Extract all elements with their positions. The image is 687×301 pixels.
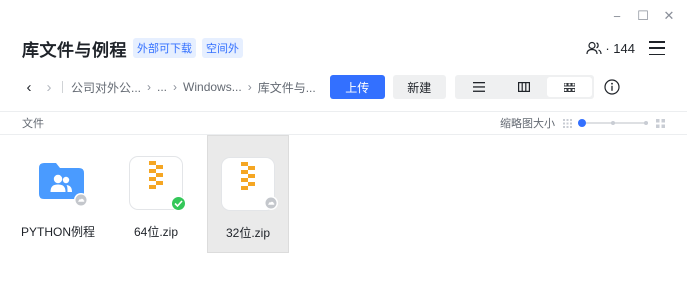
zip-file-icon xyxy=(128,155,186,211)
column-view-button[interactable] xyxy=(502,77,547,97)
maximize-button[interactable]: ☐ xyxy=(631,6,655,26)
info-button[interactable] xyxy=(600,75,624,99)
header: 库文件与例程 外部可下载 空间外 · 144 xyxy=(22,36,665,60)
breadcrumb-separator: › xyxy=(173,80,178,94)
info-icon xyxy=(604,79,620,95)
section-header: 文件 缩略图大小 xyxy=(0,111,687,135)
members-icon xyxy=(586,41,602,55)
thumbnail-size-slider[interactable] xyxy=(578,119,648,127)
section-label: 文件 xyxy=(22,118,44,130)
thumbnail-size-label: 缩略图大小 xyxy=(500,118,555,130)
folder-icon xyxy=(30,155,88,211)
grid-view-button[interactable] xyxy=(546,77,592,97)
slider-handle[interactable] xyxy=(578,119,586,127)
slider-tick xyxy=(644,121,648,125)
column-view-icon xyxy=(518,82,531,92)
divider xyxy=(62,81,63,93)
cloud-status-icon xyxy=(74,193,88,207)
breadcrumb-separator: › xyxy=(147,80,152,94)
breadcrumb-separator: › xyxy=(247,80,252,94)
file-item-zip[interactable]: 64位.zip xyxy=(115,135,197,253)
list-view-icon xyxy=(473,82,486,92)
synced-check-icon xyxy=(171,196,186,211)
large-thumbnail-icon[interactable] xyxy=(656,118,665,128)
zip-file-icon xyxy=(220,156,278,212)
back-button[interactable]: ‹ xyxy=(22,77,36,97)
file-name: 64位.zip xyxy=(133,225,179,239)
cloud-status-icon xyxy=(264,196,278,210)
slider-tick xyxy=(611,121,615,125)
tag-outside-space: 空间外 xyxy=(202,38,243,58)
file-grid: PYTHON例程 64位.zip 32位.zip xyxy=(0,135,687,301)
file-name: PYTHON例程 xyxy=(20,225,95,239)
breadcrumb-item[interactable]: ... xyxy=(157,80,167,94)
file-item-zip-selected[interactable]: 32位.zip xyxy=(207,135,289,253)
view-switcher xyxy=(454,75,594,99)
tag-downloadable: 外部可下载 xyxy=(133,38,196,58)
new-button[interactable]: 新建 xyxy=(392,75,446,99)
forward-button[interactable]: › xyxy=(42,77,56,97)
minimize-button[interactable]: − xyxy=(605,6,629,26)
page-title: 库文件与例程 xyxy=(22,40,127,60)
breadcrumb-item[interactable]: Windows... xyxy=(183,80,242,94)
member-count-label: · 144 xyxy=(605,40,635,56)
member-count-button[interactable]: · 144 xyxy=(586,41,635,56)
window-controls: − ☐ ✕ xyxy=(605,6,681,26)
file-item-folder[interactable]: PYTHON例程 xyxy=(17,135,99,253)
breadcrumb-current[interactable]: 库文件与... xyxy=(258,79,316,96)
grid-view-icon xyxy=(563,82,575,92)
small-thumbnail-icon[interactable] xyxy=(563,118,572,128)
toolbar: ‹ › 公司对外公... › ... › Windows... › 库文件与..… xyxy=(22,75,671,99)
list-view-button[interactable] xyxy=(457,77,502,97)
upload-button[interactable]: 上传 xyxy=(329,75,385,99)
breadcrumb-item[interactable]: 公司对外公... xyxy=(71,79,141,96)
file-name: 32位.zip xyxy=(225,226,271,240)
menu-icon[interactable] xyxy=(649,41,665,55)
close-button[interactable]: ✕ xyxy=(657,6,681,26)
breadcrumb: 公司对外公... › ... › Windows... › 库文件与... xyxy=(71,79,316,96)
